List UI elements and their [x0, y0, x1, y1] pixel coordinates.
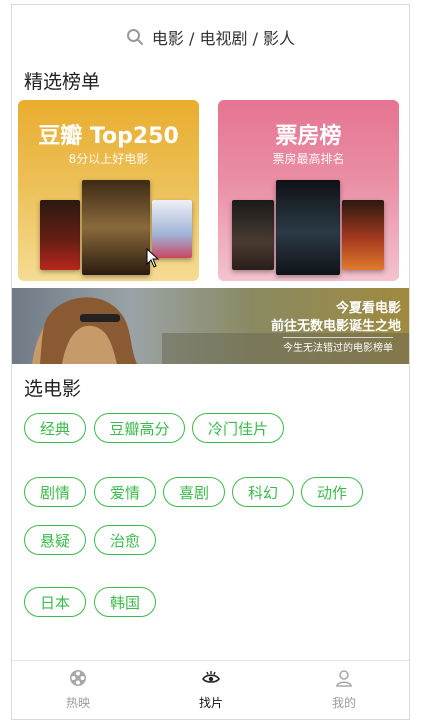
poster-box-2: [276, 180, 340, 275]
box-office-card[interactable]: 票房榜 票房最高排名: [218, 100, 399, 281]
featured-title: 精选榜单: [24, 71, 101, 93]
tag-drama[interactable]: 剧情: [24, 477, 86, 507]
tag-romance[interactable]: 爱情: [94, 477, 156, 507]
cursor-icon: [146, 248, 160, 268]
search-icon: [126, 29, 143, 45]
tab-find-movies-label: 找片: [198, 696, 223, 710]
tag-scifi[interactable]: 科幻: [232, 477, 294, 507]
film-reel-icon: [70, 670, 86, 686]
app-frame: 电影 / 电视剧 / 影人 精选榜单 豆瓣 Top250 8分以上好电影 票房榜…: [11, 4, 410, 720]
tag-mystery[interactable]: 悬疑: [24, 525, 86, 555]
tab-bar: 热映 找片 我的: [12, 660, 409, 719]
search-bar[interactable]: 电影 / 电视剧 / 影人: [12, 23, 409, 51]
tab-mine-label: 我的: [331, 696, 356, 710]
tag-high-rated[interactable]: 豆瓣高分: [94, 413, 185, 443]
promo-banner[interactable]: 今夏看电影 前往无数电影诞生之地 今生无法错过的电影榜单: [12, 288, 409, 364]
tab-now-showing-label: 热映: [65, 696, 90, 710]
tag-classic[interactable]: 经典: [24, 413, 86, 443]
poster-box-1: [232, 200, 274, 270]
tab-now-showing[interactable]: 热映: [38, 661, 118, 719]
box-office-card-subtitle: 票房最高排名: [272, 152, 345, 166]
top250-card-subtitle: 8分以上好电影: [68, 152, 149, 166]
user-icon: [336, 670, 352, 687]
search-placeholder: 电影 / 电视剧 / 影人: [151, 29, 296, 48]
tag-comedy[interactable]: 喜剧: [163, 477, 225, 507]
top250-card-title: 豆瓣 Top250: [38, 124, 179, 149]
tag-japan[interactable]: 日本: [24, 587, 86, 617]
tag-korea[interactable]: 韩国: [94, 587, 156, 617]
poster-box-3: [342, 200, 384, 270]
banner-line3: 今生无法错过的电影榜单: [283, 337, 393, 354]
banner-line1: 今夏看电影: [335, 301, 401, 316]
tag-hidden-gems[interactable]: 冷门佳片: [192, 413, 284, 443]
poster-leon: [40, 200, 80, 270]
tab-find-movies[interactable]: 找片: [171, 661, 251, 719]
box-office-card-title: 票房榜: [275, 124, 342, 149]
tag-action[interactable]: 动作: [301, 477, 363, 507]
banner-line2: 前往无数电影诞生之地: [270, 319, 401, 334]
choose-title: 选电影: [24, 378, 82, 400]
eye-icon: [202, 671, 220, 683]
tab-mine[interactable]: 我的: [304, 661, 384, 719]
tag-healing[interactable]: 治愈: [94, 525, 156, 555]
top250-card[interactable]: 豆瓣 Top250 8分以上好电影: [18, 100, 199, 281]
poster-shawshank: [82, 180, 150, 275]
